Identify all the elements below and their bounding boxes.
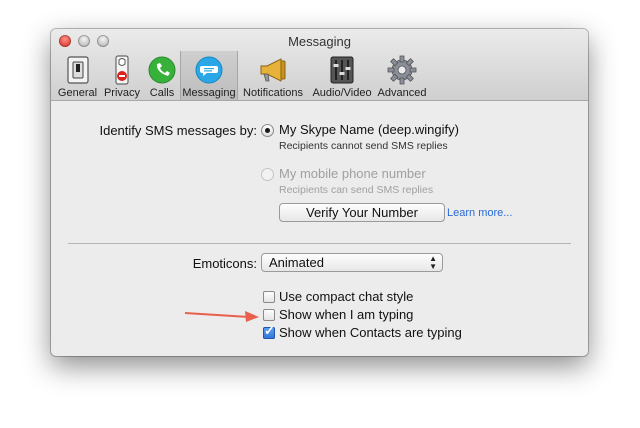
option-mobile-number-note: Recipients can send SMS replies xyxy=(279,184,434,196)
radio-skype-name[interactable] xyxy=(261,124,274,137)
sms-label: Identify SMS messages by: xyxy=(99,123,257,138)
compact-chat-checkbox[interactable] xyxy=(263,291,275,303)
annotation-arrow-icon xyxy=(184,311,259,322)
tab-notifications[interactable]: Notifications xyxy=(238,51,308,100)
messaging-pane: Identify SMS messages by: My Skype Name … xyxy=(51,101,588,356)
tab-label: Notifications xyxy=(243,87,303,99)
window-title: Messaging xyxy=(288,34,351,49)
megaphone-icon xyxy=(257,54,289,86)
tab-calls[interactable]: Calls xyxy=(144,51,180,100)
option-mobile-number-label: My mobile phone number xyxy=(279,166,426,181)
option-skype-name-label: My Skype Name (deep.wingify) xyxy=(279,122,459,137)
tab-label: Audio/Video xyxy=(312,87,372,99)
checkmark-icon: ✓ xyxy=(264,323,275,338)
tab-label: Advanced xyxy=(377,87,427,99)
emoticons-select[interactable]: Animated ▲ ▼ xyxy=(261,253,443,272)
contacts-typing-label: Show when Contacts are typing xyxy=(279,325,462,340)
divider xyxy=(68,243,571,244)
messaging-icon xyxy=(193,54,225,86)
option-skype-name-note: Recipients cannot send SMS replies xyxy=(279,140,448,152)
show-typing-checkbox[interactable] xyxy=(263,309,275,321)
up-down-arrows-icon: ▲ ▼ xyxy=(429,254,437,271)
tab-label: General xyxy=(57,87,98,99)
tab-audio-video[interactable]: Audio/Video xyxy=(308,51,376,100)
privacy-icon xyxy=(106,54,138,86)
tab-advanced[interactable]: Advanced xyxy=(376,51,428,100)
tab-messaging[interactable]: Messaging xyxy=(180,51,238,100)
emoticons-value: Animated xyxy=(269,255,324,270)
preferences-window: Messaging General Privacy Calls Messagin… xyxy=(51,29,588,356)
learn-more-link[interactable]: Learn more... xyxy=(447,207,512,219)
compact-chat-label: Use compact chat style xyxy=(279,289,414,304)
gear-icon xyxy=(386,54,418,86)
tab-label: Privacy xyxy=(103,87,141,99)
preferences-toolbar: General Privacy Calls Messaging Notifica… xyxy=(55,51,428,100)
title-bar: Messaging General Privacy Calls Messagin… xyxy=(51,29,588,101)
calls-icon xyxy=(146,54,178,86)
tab-label: Messaging xyxy=(182,87,236,99)
show-typing-label: Show when I am typing xyxy=(279,307,414,322)
general-icon xyxy=(62,54,94,86)
verify-number-button[interactable]: Verify Your Number xyxy=(279,203,445,222)
emoticons-label: Emoticons: xyxy=(192,256,257,271)
radio-mobile-number[interactable] xyxy=(261,168,274,181)
tab-label: Calls xyxy=(149,87,175,99)
tab-general[interactable]: General xyxy=(55,51,100,100)
contacts-typing-checkbox[interactable]: ✓ xyxy=(263,323,275,339)
mixer-icon xyxy=(326,54,358,86)
tab-privacy[interactable]: Privacy xyxy=(100,51,144,100)
